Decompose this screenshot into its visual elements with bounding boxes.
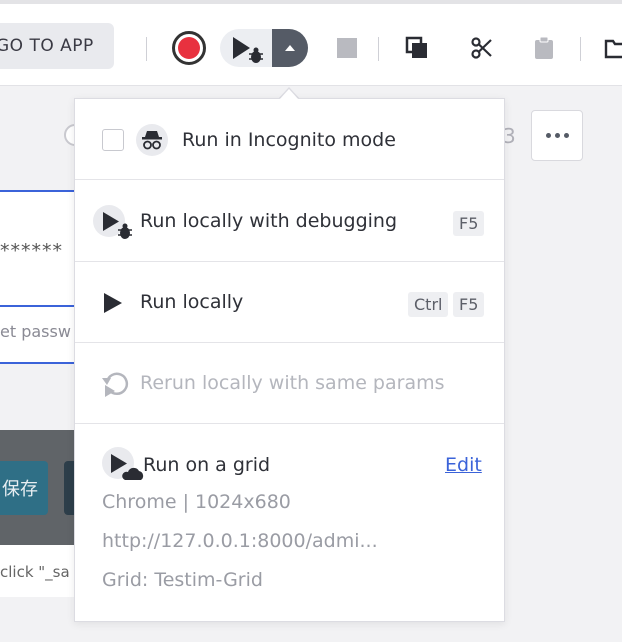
caret-up-icon [285, 45, 295, 51]
play-debug-icon [93, 205, 132, 239]
menu-item-incognito[interactable]: Run in Incognito mode [75, 99, 504, 180]
more-options-button[interactable] [531, 110, 583, 161]
stop-icon[interactable] [335, 36, 359, 60]
run-debug-button[interactable] [220, 29, 272, 67]
paste-icon[interactable] [532, 36, 556, 60]
top-toolbar: GO TO APP [0, 0, 622, 86]
incognito-label: Run in Incognito mode [182, 129, 396, 151]
play-icon [104, 293, 122, 313]
record-icon [178, 37, 200, 59]
cut-icon[interactable] [470, 36, 494, 60]
shortcut-key: F5 [453, 211, 485, 236]
run-locally-label: Run locally [140, 291, 244, 313]
step-description: click "_sa [0, 563, 70, 581]
dropdown-caret-fill [279, 89, 299, 100]
dot [545, 133, 551, 138]
rerun-label: Rerun locally with same params [140, 372, 445, 394]
record-button[interactable] [172, 31, 206, 65]
copy-icon[interactable] [405, 36, 429, 60]
toolbar-divider [378, 37, 379, 61]
play-debug-icon [233, 37, 263, 63]
dot [563, 133, 569, 138]
menu-item-run-debug[interactable]: Run locally with debugging F5 [75, 181, 504, 262]
incognito-checkbox[interactable] [102, 129, 124, 151]
run-grid-label: Run on a grid [143, 454, 271, 476]
grid-browser-info: Chrome | 1024x680 [102, 491, 291, 513]
incognito-icon [136, 124, 168, 156]
run-split-button [220, 29, 308, 67]
toolbar-divider [580, 37, 581, 61]
grid-name: Grid: Testim-Grid [102, 569, 263, 591]
password-field[interactable]: ****** [0, 240, 63, 262]
play-cloud-icon [102, 447, 144, 480]
grid-url: http://127.0.0.1:8000/admi... [102, 530, 378, 552]
shortcut-key: F5 [453, 292, 485, 317]
edit-grid-link[interactable]: Edit [445, 454, 482, 476]
folder-icon[interactable] [604, 36, 622, 60]
save-button[interactable]: 保存 [0, 461, 48, 515]
run-debug-label: Run locally with debugging [140, 210, 398, 232]
dot [554, 133, 560, 138]
field-underline [0, 305, 80, 307]
shortcut-modifier: Ctrl [408, 292, 449, 317]
toolbar-divider [146, 37, 147, 61]
menu-item-run-locally[interactable]: Run locally Ctrl F5 [75, 262, 504, 343]
rerun-icon [102, 372, 129, 397]
menu-item-rerun: Rerun locally with same params [75, 343, 504, 424]
run-options-dropdown-toggle[interactable] [272, 29, 308, 67]
password-hint: et passw [0, 322, 71, 341]
run-options-menu: Run in Incognito mode Run locally with d… [74, 98, 505, 622]
go-to-app-button[interactable]: GO TO APP [0, 23, 114, 69]
